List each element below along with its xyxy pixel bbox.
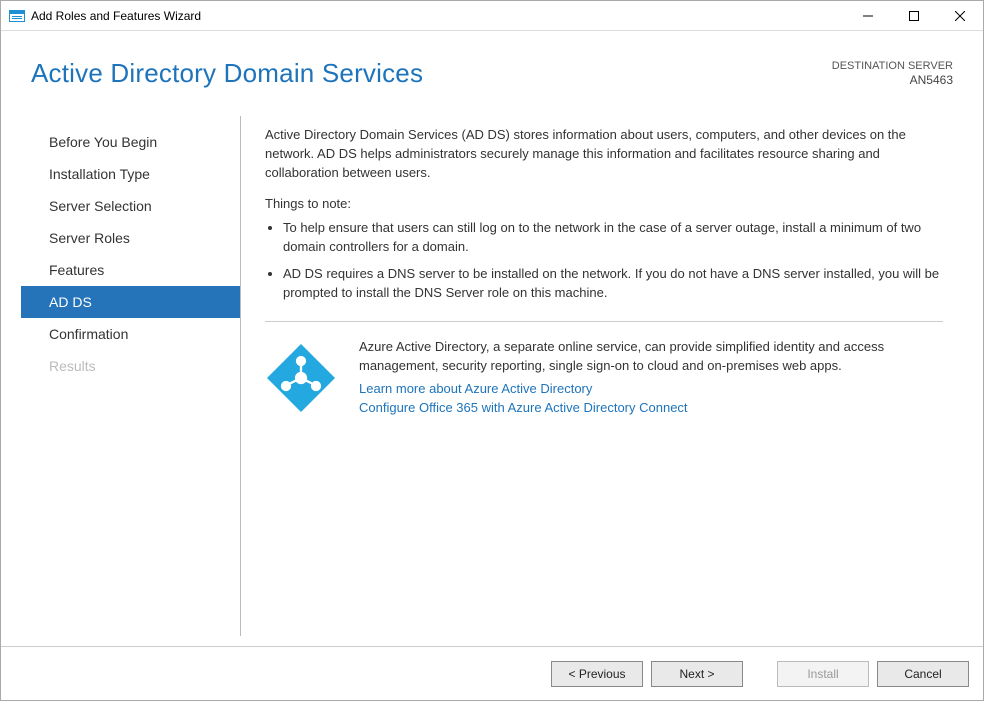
intro-text: Active Directory Domain Services (AD DS)… — [265, 126, 943, 183]
destination-name: AN5463 — [832, 73, 953, 89]
info-text: Azure Active Directory, a separate onlin… — [359, 338, 943, 420]
wizard-window: Add Roles and Features Wizard Active Dir… — [0, 0, 984, 701]
sidebar-item-confirmation[interactable]: Confirmation — [21, 318, 240, 350]
next-button[interactable]: Next > — [651, 661, 743, 687]
page-title: Active Directory Domain Services — [31, 58, 423, 89]
sidebar-item-ad-ds[interactable]: AD DS — [21, 286, 240, 318]
sidebar-item-features[interactable]: Features — [21, 254, 240, 286]
sidebar-item-server-selection[interactable]: Server Selection — [21, 190, 240, 222]
destination-label: DESTINATION SERVER — [832, 59, 953, 73]
notes-heading: Things to note: — [265, 195, 943, 214]
close-button[interactable] — [937, 1, 983, 30]
window-title: Add Roles and Features Wizard — [31, 9, 845, 23]
destination-block: DESTINATION SERVER AN5463 — [832, 59, 953, 89]
divider — [265, 321, 943, 322]
sidebar-item-results: Results — [21, 350, 240, 382]
minimize-button[interactable] — [845, 1, 891, 30]
info-row: Azure Active Directory, a separate onlin… — [265, 338, 943, 420]
azure-info-text: Azure Active Directory, a separate onlin… — [359, 338, 943, 376]
previous-button[interactable]: < Previous — [551, 661, 643, 687]
app-icon — [9, 8, 25, 24]
maximize-button[interactable] — [891, 1, 937, 30]
sidebar-item-installation-type[interactable]: Installation Type — [21, 158, 240, 190]
notes-list: To help ensure that users can still log … — [265, 219, 943, 302]
note-item: To help ensure that users can still log … — [283, 219, 943, 257]
footer: < Previous Next > Install Cancel — [1, 646, 983, 700]
body: Before You Begin Installation Type Serve… — [1, 116, 983, 646]
cancel-button[interactable]: Cancel — [877, 661, 969, 687]
sidebar-item-before-you-begin[interactable]: Before You Begin — [21, 126, 240, 158]
azure-ad-icon — [265, 342, 337, 414]
link-learn-more-azure-ad[interactable]: Learn more about Azure Active Directory — [359, 381, 943, 396]
sidebar: Before You Begin Installation Type Serve… — [21, 116, 241, 636]
install-button: Install — [777, 661, 869, 687]
window-controls — [845, 1, 983, 30]
titlebar: Add Roles and Features Wizard — [1, 1, 983, 31]
sidebar-item-server-roles[interactable]: Server Roles — [21, 222, 240, 254]
link-configure-o365-aad-connect[interactable]: Configure Office 365 with Azure Active D… — [359, 400, 943, 415]
header: Active Directory Domain Services DESTINA… — [1, 31, 983, 116]
note-item: AD DS requires a DNS server to be instal… — [283, 265, 943, 303]
content-panel: Active Directory Domain Services (AD DS)… — [241, 116, 973, 636]
